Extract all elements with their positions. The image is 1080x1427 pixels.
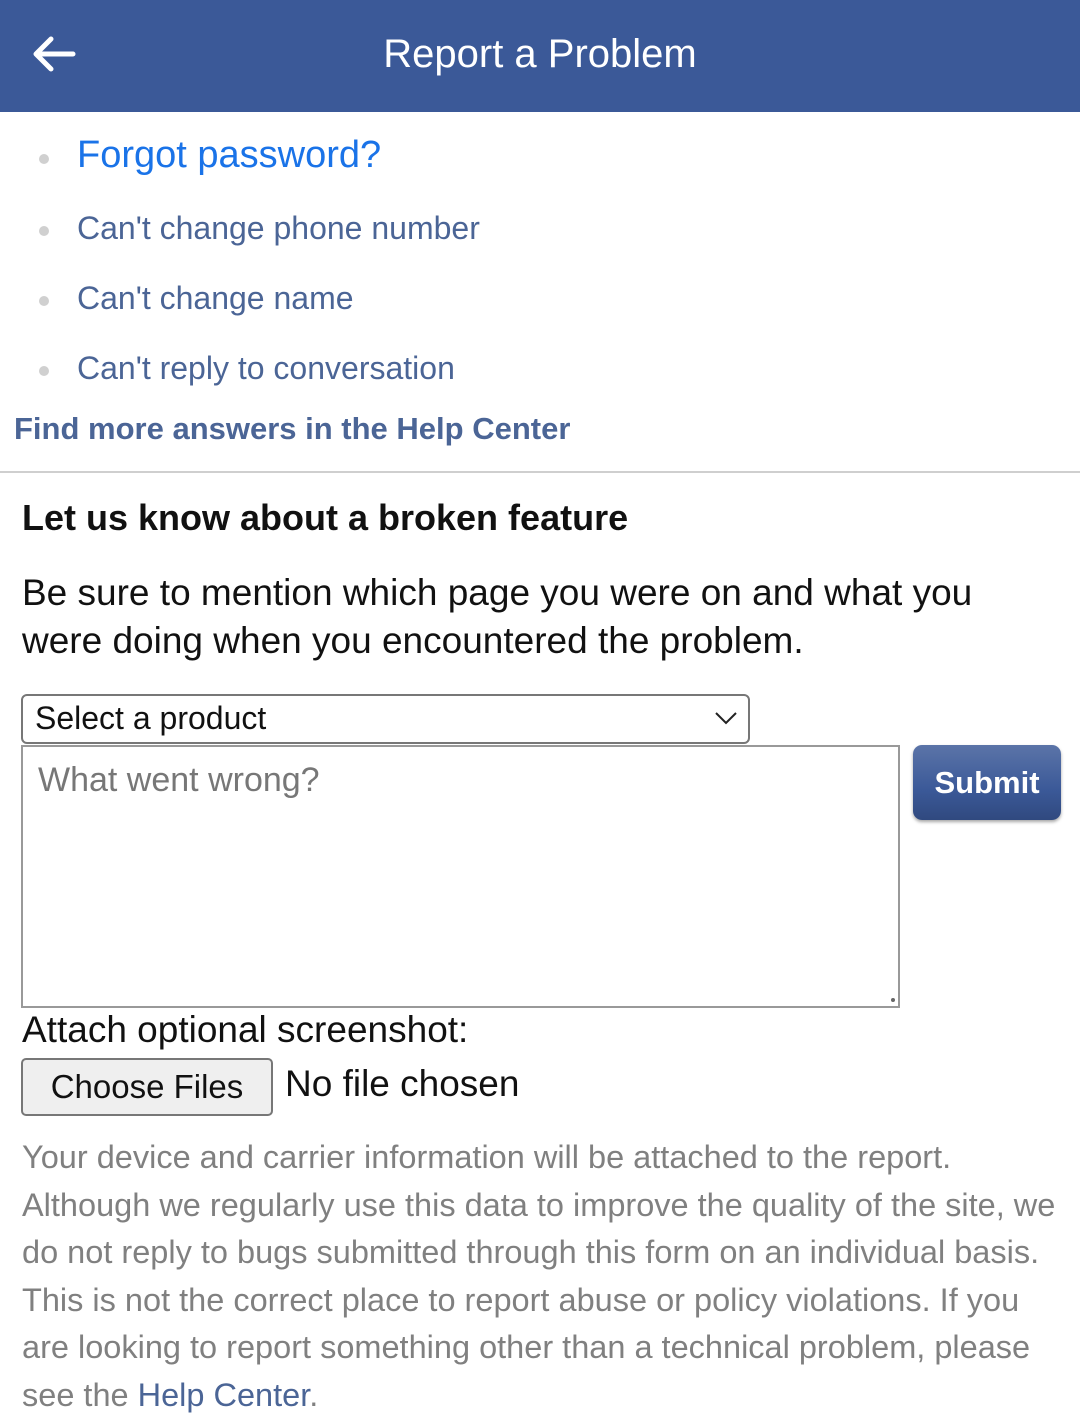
page-title: Report a Problem — [383, 32, 697, 76]
list-item: Forgot password? — [0, 118, 1080, 188]
faq-link-change-phone[interactable]: Can't change phone number — [77, 210, 480, 247]
app-header: Report a Problem — [0, 0, 1080, 112]
section-title: Let us know about a broken feature — [22, 497, 629, 538]
section-description: Be sure to mention which page you were o… — [22, 572, 973, 661]
submit-button[interactable]: Submit — [913, 745, 1061, 820]
help-center-link[interactable]: Find more answers in the Help Center — [14, 411, 570, 447]
bullet-icon — [39, 226, 49, 236]
list-item: Can't change name — [0, 258, 1080, 328]
product-select[interactable]: Select a product — [21, 694, 750, 744]
file-status: No file chosen — [285, 1063, 520, 1104]
faq-link-reply-conversation[interactable]: Can't reply to conversation — [77, 350, 455, 387]
product-select-value: Select a product — [35, 700, 267, 736]
disclaimer-suffix: . — [309, 1376, 319, 1413]
resize-handle[interactable] — [891, 998, 895, 1002]
bullet-icon — [39, 366, 49, 376]
list-item: Can't reply to conversation — [0, 328, 1080, 398]
attach-label: Attach optional screenshot: — [22, 1009, 469, 1050]
bullet-icon — [39, 296, 49, 306]
list-item: Can't change phone number — [0, 188, 1080, 258]
choose-files-button[interactable]: Choose Files — [21, 1058, 273, 1116]
faq-list: Forgot password? Can't change phone numb… — [0, 118, 1080, 398]
bullet-icon — [39, 154, 49, 164]
faq-link-change-name[interactable]: Can't change name — [77, 280, 354, 317]
faq-link-forgot-password[interactable]: Forgot password? — [77, 134, 381, 177]
divider — [0, 471, 1080, 473]
chevron-down-icon — [714, 708, 738, 733]
problem-description-input[interactable] — [21, 745, 900, 1008]
disclaimer-text: Your device and carrier information will… — [22, 1134, 1067, 1419]
help-center-inline-link[interactable]: Help Center — [138, 1377, 310, 1413]
disclaimer-body: Your device and carrier information will… — [22, 1139, 1056, 1413]
